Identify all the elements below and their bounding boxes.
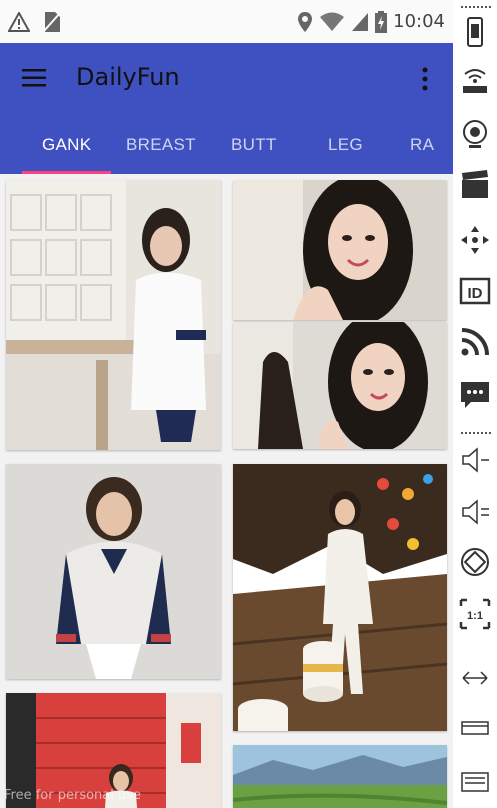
photo-grid[interactable] [0, 174, 453, 808]
photo-girl-classroom[interactable] [6, 180, 221, 450]
photo-girl-jacket[interactable] [6, 464, 221, 679]
no-sim-icon [43, 11, 61, 32]
tab-butt[interactable]: BUTT [231, 135, 277, 155]
more-vert-icon[interactable] [418, 67, 432, 91]
screen-icon[interactable] [459, 712, 491, 744]
scale-1to1-icon[interactable]: 1:1 [459, 598, 491, 630]
tab-gank[interactable]: GANK [42, 135, 91, 155]
phone-screen: 10:04 DailyFun GANK BREAST BUTT LEG RA F… [0, 0, 453, 808]
phone-rotate-icon[interactable] [459, 16, 491, 48]
photo-image [6, 464, 221, 679]
battery-icon [375, 10, 388, 33]
sidebar-divider [461, 432, 491, 434]
hamburger-menu-icon[interactable] [22, 67, 48, 89]
app-title: DailyFun [76, 63, 180, 91]
watermark-text: Free for personal use [4, 788, 142, 803]
tab-ra[interactable]: RA [410, 135, 434, 155]
photo-girl-smiling-1[interactable] [233, 180, 447, 320]
tab-breast[interactable]: BREAST [126, 135, 196, 155]
rotate-icon[interactable] [459, 546, 491, 578]
volume-up-icon[interactable] [459, 496, 491, 528]
photo-image [233, 180, 447, 320]
emulator-sidebar: ID 1:1 [453, 0, 497, 808]
location-icon [298, 11, 313, 32]
photo-image [233, 322, 447, 449]
photo-image [233, 745, 447, 808]
photo-landscape-mountains[interactable] [233, 745, 447, 808]
photo-image [6, 180, 221, 450]
status-bar: 10:04 [0, 0, 453, 43]
sms-icon[interactable] [459, 378, 491, 410]
dpad-icon[interactable] [459, 224, 491, 256]
photo-image [233, 464, 447, 731]
tab-bar: GANK BREAST BUTT LEG RA [0, 129, 453, 174]
warning-icon [8, 11, 30, 32]
photo-girl-smiling-2[interactable] [233, 322, 447, 449]
volume-down-icon[interactable] [459, 444, 491, 476]
resize-icon[interactable] [459, 662, 491, 694]
id-icon[interactable]: ID [459, 275, 491, 307]
photo-girl-night-street[interactable] [233, 464, 447, 731]
tab-leg[interactable]: LEG [328, 135, 363, 155]
camera-icon[interactable] [459, 118, 491, 150]
rss-icon[interactable] [459, 326, 491, 358]
app-bar: DailyFun GANK BREAST BUTT LEG RA [0, 43, 453, 174]
svg-text:1:1: 1:1 [467, 610, 483, 622]
gps-icon[interactable] [459, 64, 491, 96]
keyboard-icon[interactable] [459, 765, 491, 797]
wifi-icon [320, 12, 345, 31]
status-time: 10:04 [393, 11, 445, 32]
clapboard-icon[interactable] [459, 168, 491, 200]
sidebar-divider [461, 6, 491, 8]
signal-icon [352, 12, 369, 31]
svg-text:ID: ID [468, 285, 483, 302]
